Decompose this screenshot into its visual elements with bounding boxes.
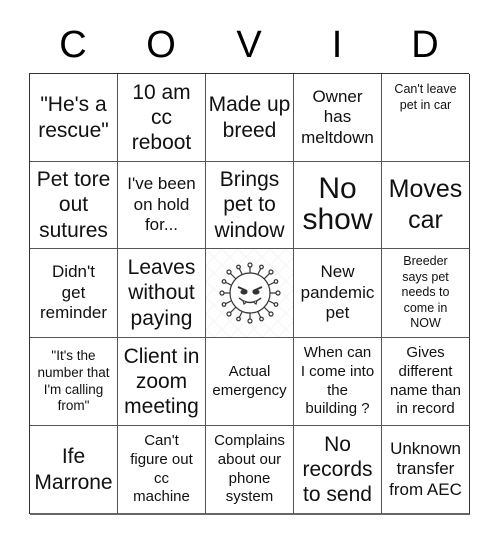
header-letter-i: I [331,24,343,66]
bingo-cell[interactable]: Client in zoom meeting [118,338,206,426]
bingo-cell[interactable]: "It's the number that I'm calling from" [30,338,118,426]
bingo-cell[interactable]: Didn't get reminder [30,249,118,338]
bingo-cell[interactable]: No show [294,162,382,249]
bingo-cell[interactable]: Can't leave pet in car [382,74,470,162]
bingo-cell[interactable]: Breeder says pet needs to come in NOW [382,249,470,338]
header-letter-c: C [59,24,87,66]
header-letter-d: D [411,24,439,66]
bingo-board: "He's a rescue" 10 am cc reboot Made up … [29,73,470,515]
bingo-cell[interactable]: No records to send [294,426,382,515]
bingo-cell[interactable]: Can't figure out cc machine [118,426,206,515]
bingo-cell[interactable]: Brings pet to window [206,162,294,249]
virus-icon [218,262,281,324]
bingo-cell[interactable]: Actual emergency [206,338,294,426]
bingo-cell[interactable]: Unknown transfer from AEC [382,426,470,515]
bingo-header: C O V I D [29,20,469,70]
bingo-cell[interactable]: Complains about our phone system [206,426,294,515]
bingo-cell[interactable]: Gives different name than in record [382,338,470,426]
bingo-cell[interactable]: Ife Marrone [30,426,118,515]
free-space-cell[interactable] [206,249,294,338]
bingo-cell[interactable]: Owner has meltdown [294,74,382,162]
bingo-cell[interactable]: When can I come into the building ? [294,338,382,426]
bingo-cell[interactable]: 10 am cc reboot [118,74,206,162]
bingo-cell[interactable]: Made up breed [206,74,294,162]
bingo-cell[interactable]: New pandemic pet [294,249,382,338]
bingo-cell[interactable]: Moves car [382,162,470,249]
header-letter-v: V [236,24,262,66]
bingo-cell[interactable]: I've been on hold for... [118,162,206,249]
header-letter-o: O [146,24,176,66]
bingo-cell[interactable]: Pet tore out sutures [30,162,118,249]
bingo-cell[interactable]: Leaves without paying [118,249,206,338]
bingo-cell[interactable]: "He's a rescue" [30,74,118,162]
